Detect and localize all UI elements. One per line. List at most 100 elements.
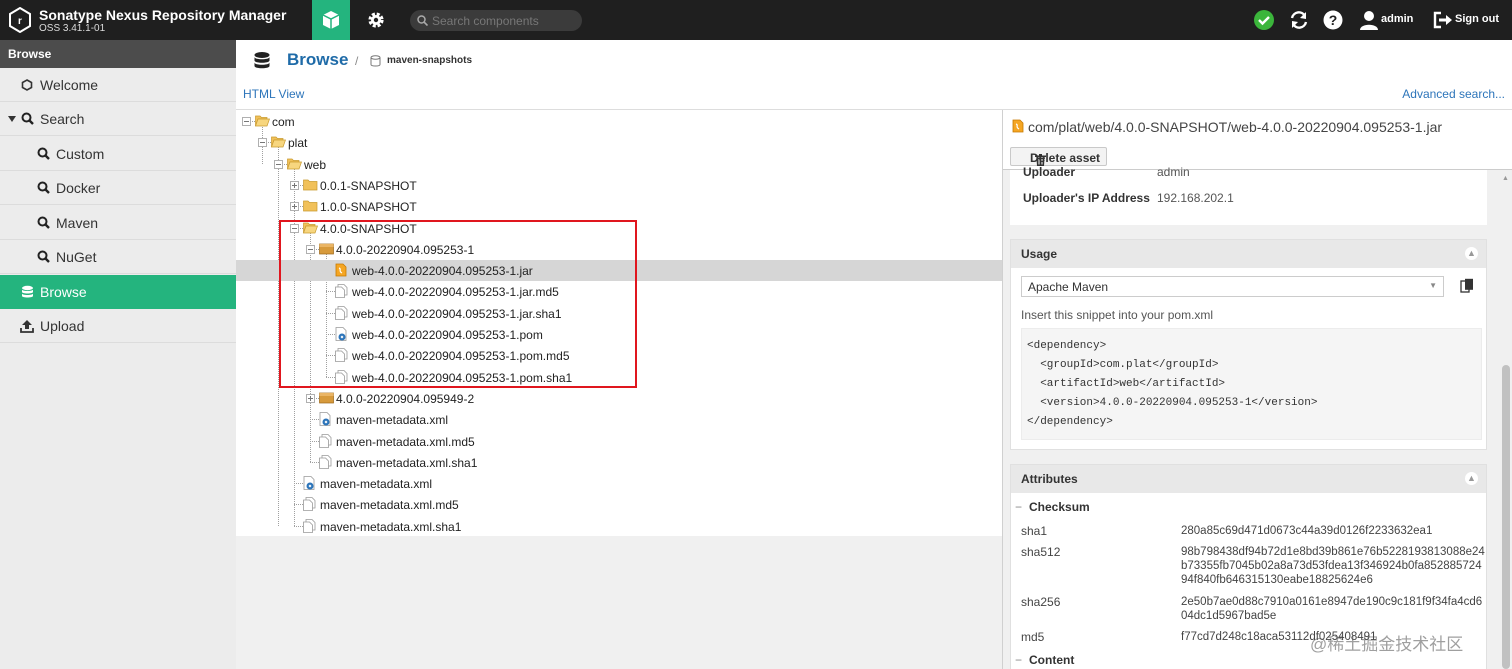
scroll-up-icon[interactable]: ▲	[1502, 175, 1509, 182]
package-icon	[319, 391, 334, 404]
detail-scrollbar[interactable]: ▲	[1499, 170, 1512, 669]
snippet-line: <version>4.0.0-20220904.095253-1</versio…	[1027, 397, 1318, 409]
file-icon	[319, 433, 332, 448]
user-icon[interactable]	[1358, 9, 1380, 31]
tree-node-label: plat	[288, 136, 308, 151]
refresh-icon[interactable]	[1288, 9, 1310, 31]
user-name-button[interactable]: admin	[1381, 13, 1413, 25]
help-icon[interactable]: ?	[1322, 9, 1344, 31]
summary-key: Uploader	[1023, 165, 1076, 179]
collapse-toggle-icon[interactable]	[258, 138, 267, 148]
tree-node[interactable]: plat	[236, 132, 1002, 153]
breadcrumb-root-link[interactable]: Browse	[287, 50, 348, 70]
usage-panel: Usage ▲ Apache Maven ▼ Insert this snipp…	[1010, 239, 1487, 450]
sidebar-item-label: Browse	[40, 284, 87, 300]
attr-key: sha256	[1021, 595, 1061, 609]
folder-open-icon	[287, 157, 302, 170]
tree-node[interactable]: com	[236, 111, 1002, 132]
tree-node-label: maven-metadata.xml.md5	[320, 498, 459, 513]
search-box[interactable]	[410, 10, 582, 31]
format-select[interactable]: Apache Maven ▼	[1021, 276, 1444, 297]
tree-node[interactable]: maven-metadata.xml.sha1	[236, 452, 1002, 473]
breadcrumb-separator: /	[355, 54, 359, 68]
watermark: @稀土掘金技术社区	[1310, 635, 1464, 654]
asset-detail-panel: com/plat/web/4.0.0-SNAPSHOT/web-4.0.0-20…	[1002, 110, 1512, 669]
tree-node[interactable]: 4.0.0-20220904.095949-2	[236, 388, 1002, 409]
html-view-link[interactable]: HTML View	[243, 87, 304, 101]
tree-node[interactable]: web	[236, 154, 1002, 175]
tree-node[interactable]: maven-metadata.xml.sha1	[236, 516, 1002, 537]
tree-node-label: maven-metadata.xml	[320, 477, 433, 492]
asset-path: com/plat/web/4.0.0-SNAPSHOT/web-4.0.0-20…	[1028, 119, 1443, 135]
usage-snippet[interactable]: <dependency> <groupId>com.plat</groupId>…	[1021, 328, 1482, 440]
snippet-line: <groupId>com.plat</groupId>	[1027, 359, 1219, 371]
sidebar-item-maven[interactable]: Maven	[0, 206, 236, 240]
content-section[interactable]: − Content	[1015, 653, 1074, 667]
sidebar-item-upload[interactable]: Upload	[0, 309, 236, 343]
sidebar-item-nuget[interactable]: NuGet	[0, 240, 236, 274]
collapse-toggle-icon[interactable]	[242, 117, 251, 126]
sidebar-item-label: Docker	[56, 180, 101, 196]
format-select-value: Apache Maven	[1028, 280, 1109, 294]
checksum-title: Checksum	[1029, 500, 1090, 514]
checksum-section[interactable]: − Checksum	[1015, 500, 1090, 514]
sidebar-item-label: Custom	[56, 146, 105, 162]
browse-mode-button[interactable]	[312, 0, 350, 40]
sidebar-item-label: Welcome	[40, 77, 99, 93]
tree-node-label: 1.0.0-SNAPSHOT	[320, 200, 417, 215]
expand-toggle-icon[interactable]	[290, 202, 299, 212]
caret-down-icon	[8, 115, 16, 123]
collapse-icon[interactable]: ▲	[1465, 472, 1478, 485]
search-icon	[37, 250, 50, 263]
expand-toggle-icon[interactable]	[306, 393, 315, 403]
admin-mode-button[interactable]	[358, 0, 394, 40]
sign-out-icon[interactable]	[1432, 9, 1454, 31]
summary-key: Uploader's IP Address	[1023, 191, 1150, 205]
tree-node[interactable]: maven-metadata.xml.md5	[236, 431, 1002, 452]
tree-node[interactable]: maven-metadata.xml	[236, 409, 1002, 430]
collapse-toggle-icon[interactable]	[274, 159, 283, 169]
database-icon	[21, 285, 34, 299]
sidebar-item-search[interactable]: Search	[0, 102, 236, 136]
delete-asset-label: Delete asset	[1030, 151, 1101, 165]
collapse-icon[interactable]: ▲	[1465, 247, 1478, 260]
sidebar-item-label: Maven	[56, 215, 99, 231]
sidebar-item-docker[interactable]: Docker	[0, 171, 236, 205]
folder-icon	[303, 178, 318, 191]
tree-node[interactable]: maven-metadata.xml.md5	[236, 494, 1002, 515]
asset-summary: Uploader admin Uploader's IP Address 192…	[1010, 165, 1487, 225]
search-icon	[37, 181, 50, 194]
tree-node[interactable]: 1.0.0-SNAPSHOT	[236, 196, 1002, 217]
attr-value: 98b798438df94b72d1e8bd39b861e76b52281938…	[1181, 546, 1485, 586]
copy-icon[interactable]	[1460, 278, 1474, 293]
search-input[interactable]	[432, 12, 574, 29]
collapse-minus-icon: −	[1015, 653, 1023, 667]
sidebar-item-custom[interactable]: Custom	[0, 137, 236, 171]
usage-panel-header[interactable]: Usage ▲	[1011, 240, 1486, 268]
sign-out-button[interactable]: Sign out	[1455, 13, 1499, 25]
tree-node[interactable]: maven-metadata.xml	[236, 473, 1002, 494]
attributes-title: Attributes	[1021, 472, 1078, 486]
scrollbar-thumb[interactable]	[1502, 365, 1510, 669]
usage-title: Usage	[1021, 247, 1058, 261]
folder-open-icon	[271, 135, 286, 148]
attr-key: sha512	[1021, 545, 1061, 559]
sidebar-item-label: Search	[40, 111, 85, 127]
brand[interactable]: r Sonatype Nexus Repository Manager OSS …	[8, 5, 308, 35]
tree-node-label: maven-metadata.xml.sha1	[336, 455, 478, 470]
delete-asset-button[interactable]: Delete asset	[1010, 147, 1107, 166]
status-ok-icon[interactable]	[1253, 9, 1275, 31]
advanced-search-link[interactable]: Advanced search...	[1402, 87, 1505, 101]
sidebar: Browse Welcome Search Custom Docker Mave…	[0, 40, 236, 669]
sidebar-item-browse[interactable]: Browse	[0, 275, 236, 309]
sidebar-item-welcome[interactable]: Welcome	[0, 68, 236, 102]
xml-file-icon	[303, 476, 316, 490]
attributes-panel-header[interactable]: Attributes ▲	[1011, 465, 1486, 493]
app-name: Sonatype Nexus Repository Manager	[39, 7, 287, 23]
tree-node-label: 0.0.1-SNAPSHOT	[320, 178, 417, 193]
attr-value: 2e50b7ae0d88c7910a0161e8947de190c9c181f9…	[1181, 596, 1483, 622]
tree-node[interactable]: 0.0.1-SNAPSHOT	[236, 175, 1002, 196]
expand-toggle-icon[interactable]	[290, 180, 299, 190]
file-icon	[303, 518, 316, 533]
snippet-line: <artifactId>web</artifactId>	[1027, 378, 1226, 390]
